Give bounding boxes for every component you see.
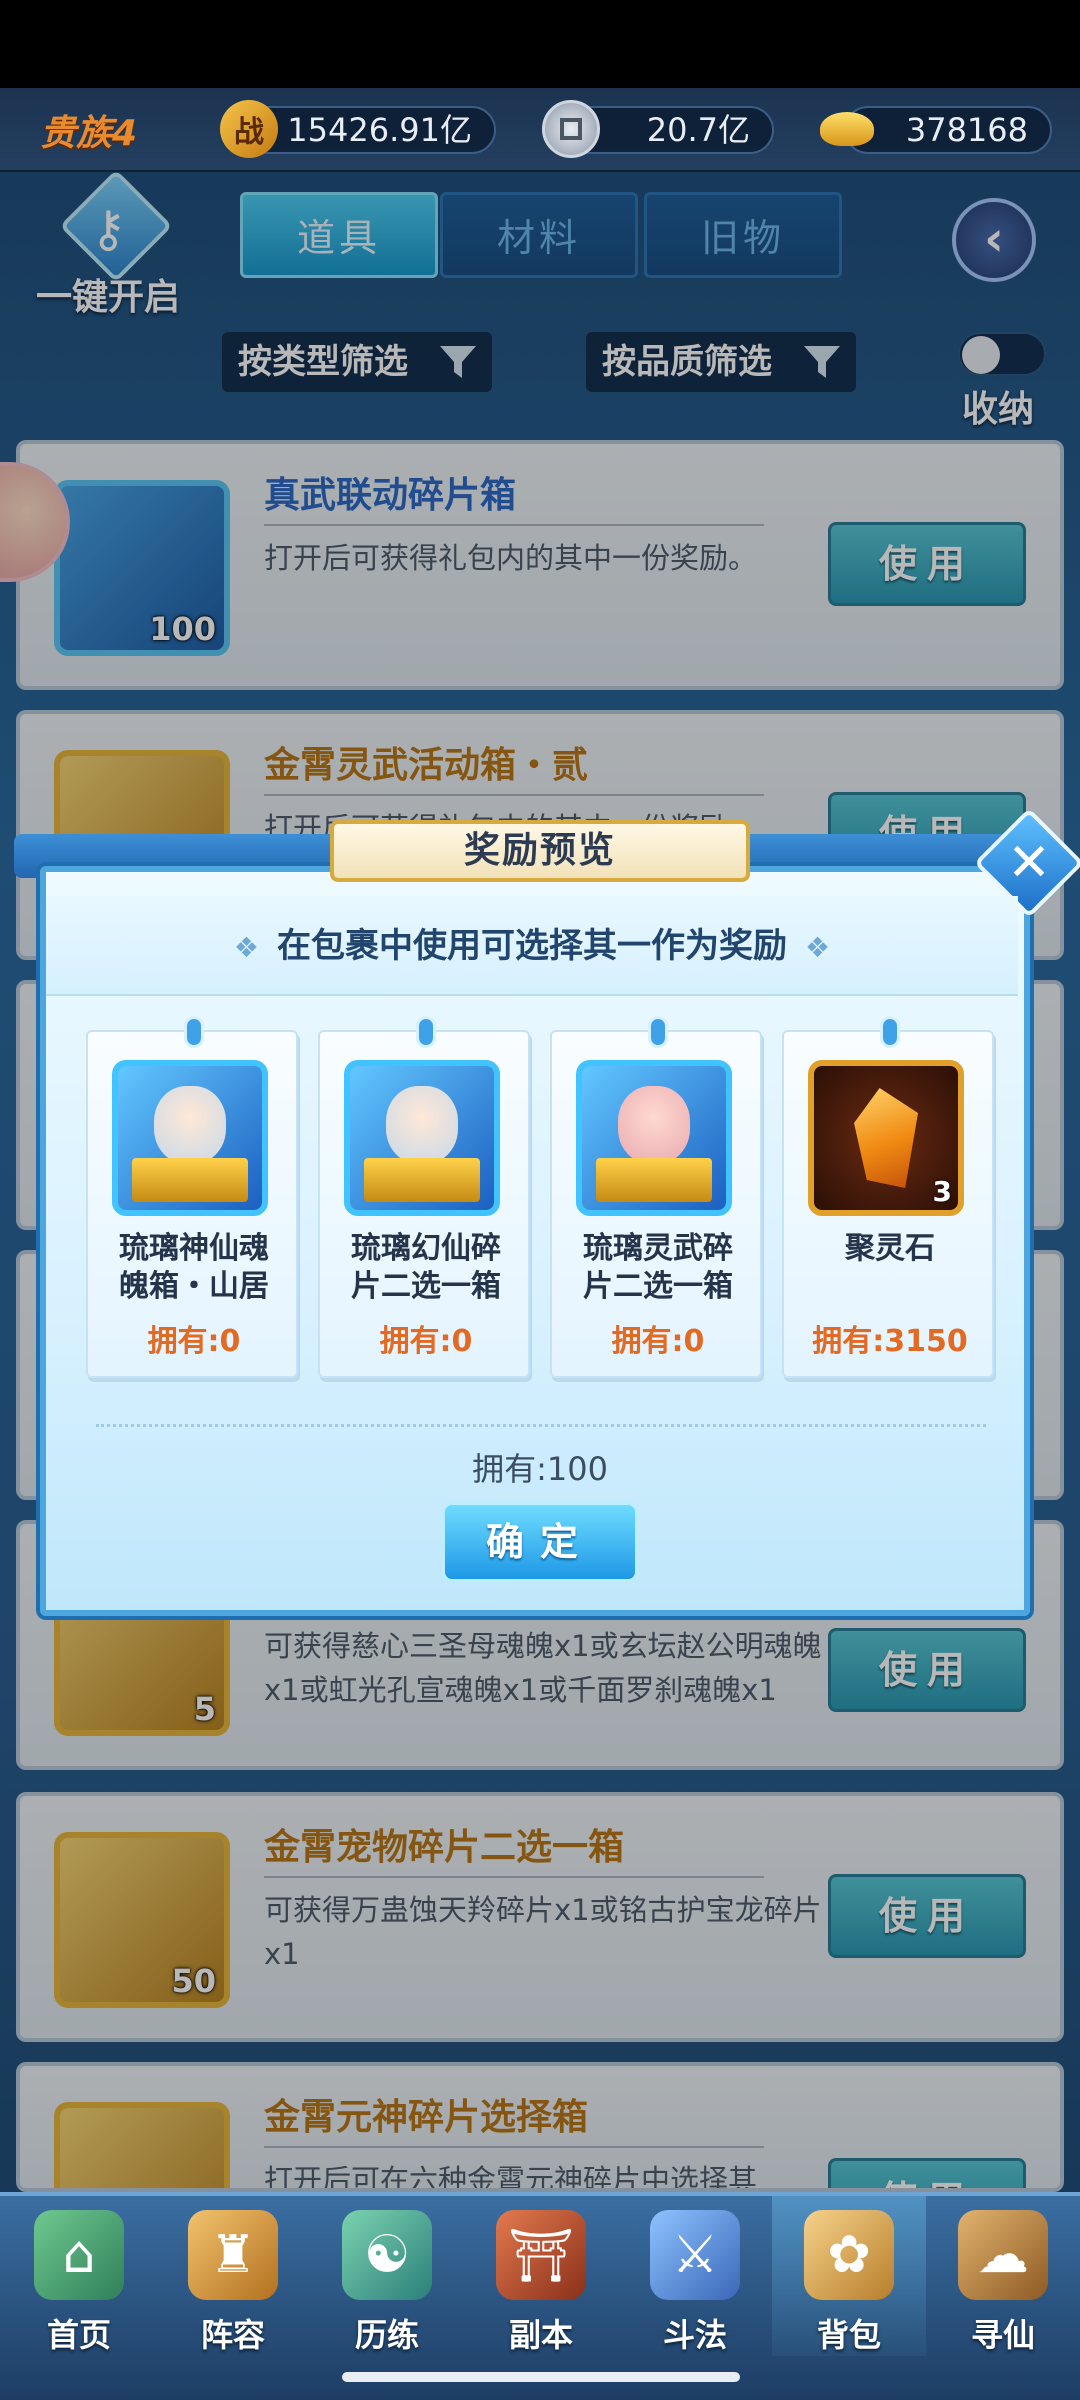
nav-label: 寻仙 (970, 2316, 1035, 2354)
reward-name: 琉璃幻仙碎 片二选一箱 (351, 1231, 501, 1304)
reward-item[interactable]: 3 聚灵石 拥有:3150 (782, 1016, 994, 1378)
pin-icon (416, 1016, 436, 1048)
reward-name: 聚灵石 (845, 1231, 935, 1266)
chest-art (364, 1158, 480, 1202)
nav-label: 背包 (816, 2316, 881, 2354)
reward-item[interactable]: 琉璃神仙魂 魄箱・山居 拥有:0 (86, 1016, 298, 1378)
resource-bar: 贵族4 15426.91亿 战 20.7亿 378168 (0, 88, 1080, 172)
power-icon: 战 (220, 100, 278, 158)
vip-level: 贵族4 (40, 113, 138, 154)
owned-total: 拥有:100 (472, 1450, 608, 1488)
pin-icon (880, 1016, 900, 1048)
reward-quantity: 3 (932, 1175, 952, 1208)
nav-lineup[interactable]: ♜ 阵容 (156, 2196, 310, 2356)
nav-label: 斗法 (662, 2316, 727, 2354)
face-art (154, 1086, 226, 1164)
power-display: 15426.91亿 (244, 106, 496, 154)
reward-owned: 拥有:0 (147, 1324, 241, 1359)
reward-owned: 拥有:0 (379, 1324, 473, 1359)
spirit-stone-icon: 3 (808, 1060, 964, 1216)
reward-owned: 拥有:3150 (812, 1324, 968, 1359)
bottom-nav: ⌂ 首页 ♜ 阵容 ☯ 历练 ⛩ 副本 ⚔ 斗法 ✿ 背包 ☁ 寻仙 (0, 2192, 1080, 2400)
sparkle-icon: ❖ (805, 931, 831, 964)
reward-name: 琉璃神仙魂 魄箱・山居 (119, 1231, 269, 1304)
face-art (618, 1086, 690, 1164)
status-bar (0, 0, 1080, 88)
reward-name: 琉璃灵武碎 片二选一箱 (583, 1231, 733, 1304)
chest-art (596, 1158, 712, 1202)
gem-art (854, 1088, 918, 1188)
nav-label: 首页 (46, 2316, 111, 2354)
reward-item[interactable]: 琉璃灵武碎 片二选一箱 拥有:0 (550, 1016, 762, 1378)
pin-icon (648, 1016, 668, 1048)
face-art (386, 1086, 458, 1164)
nav-training[interactable]: ☯ 历练 (310, 2196, 464, 2356)
training-icon: ☯ (342, 2210, 432, 2300)
nav-home[interactable]: ⌂ 首页 (2, 2196, 156, 2356)
home-icon: ⌂ (34, 2210, 124, 2300)
divider (96, 1424, 986, 1427)
coin-value: 20.7亿 (646, 111, 750, 149)
seek-immortal-icon: ☁ (958, 2210, 1048, 2300)
dungeon-icon: ⛩ (496, 2210, 586, 2300)
chest-art (132, 1158, 248, 1202)
battle-icon: ⚔ (650, 2210, 740, 2300)
dialog-title: 奖励预览 (330, 820, 750, 882)
confirm-button[interactable]: 确定 (442, 1502, 638, 1582)
close-icon: ✕ (1007, 833, 1051, 893)
nav-battle[interactable]: ⚔ 斗法 (618, 2196, 772, 2356)
nav-dungeon[interactable]: ⛩ 副本 (464, 2196, 618, 2356)
dialog-subtitle-text: 在包裹中使用可选择其一作为奖励 (277, 926, 787, 966)
fragment-chest-icon (576, 1060, 732, 1216)
soul-chest-icon (112, 1060, 268, 1216)
backpack-icon: ✿ (804, 2210, 894, 2300)
gold-ingot-icon (818, 100, 876, 158)
reward-owned: 拥有:0 (611, 1324, 705, 1359)
nav-seek-immortal[interactable]: ☁ 寻仙 (926, 2196, 1080, 2356)
nav-label: 副本 (508, 2316, 573, 2354)
home-indicator[interactable] (342, 2372, 740, 2382)
reward-item[interactable]: 琉璃幻仙碎 片二选一箱 拥有:0 (318, 1016, 530, 1378)
nav-label: 历练 (354, 2316, 419, 2354)
dialog-subtitle: ❖ 在包裹中使用可选择其一作为奖励 ❖ (46, 896, 1018, 996)
power-value: 15426.91亿 (287, 111, 472, 149)
coin-icon (542, 100, 600, 158)
pin-icon (184, 1016, 204, 1048)
lineup-icon: ♜ (188, 2210, 278, 2300)
nav-label: 阵容 (200, 2316, 265, 2354)
ingot-value: 378168 (905, 111, 1028, 149)
fragment-chest-icon (344, 1060, 500, 1216)
sparkle-icon: ❖ (233, 931, 259, 964)
nav-backpack[interactable]: ✿ 背包 (772, 2196, 926, 2356)
